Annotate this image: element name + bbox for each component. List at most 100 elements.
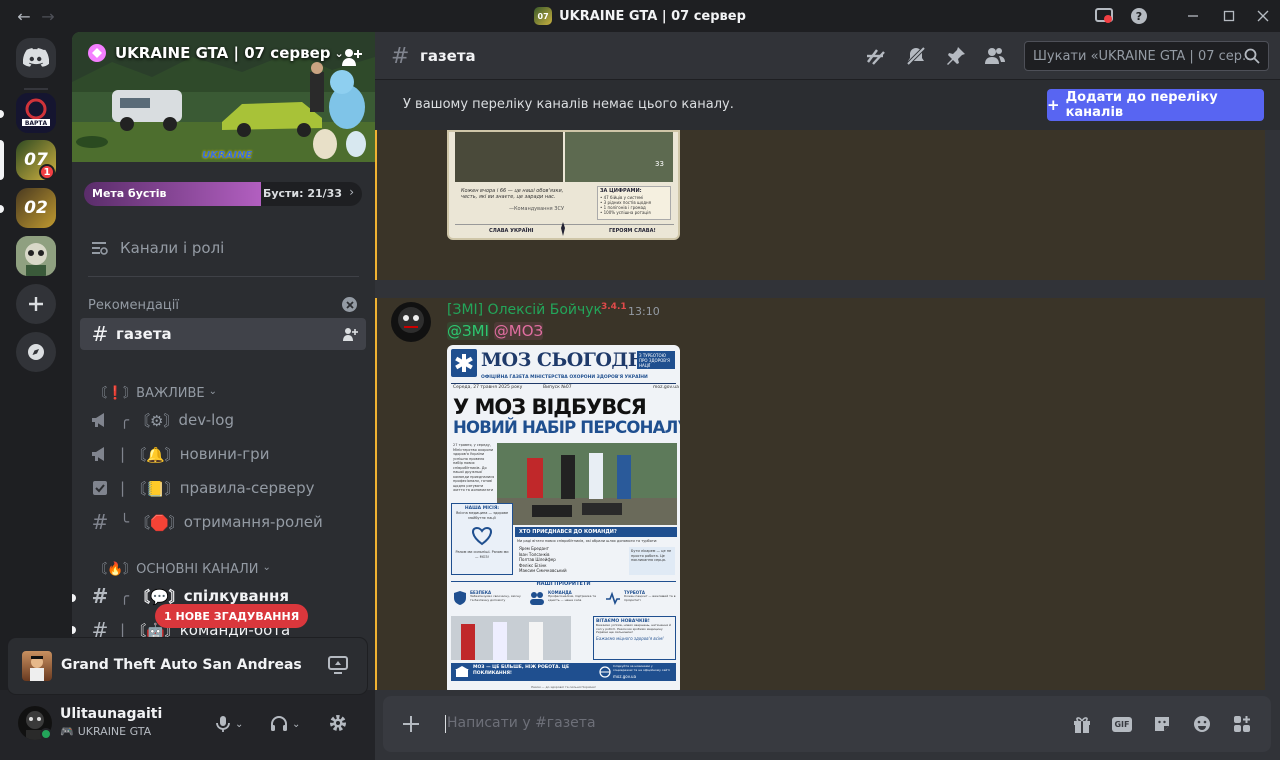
svg-text:?: ? xyxy=(1136,10,1142,23)
mention-badge: 1 xyxy=(39,164,55,180)
server-name-header[interactable]: UKRAINE GTA | 07 сервер ⌄ xyxy=(88,44,344,62)
title-bar: ← → 07 UKRAINE GTA | 07 сервер ? xyxy=(0,0,1280,32)
add-server-button[interactable] xyxy=(16,284,56,324)
message-composer: Написати у #газета GIF xyxy=(383,696,1271,752)
unread-indicator xyxy=(72,594,76,602)
channels-and-roles[interactable]: Канали і ролі xyxy=(80,232,366,264)
priorities-row: БЕЗПЕКА Забезпечуємо своєчасну, якісну т… xyxy=(453,590,677,612)
channel-item-dev-log[interactable]: ╭ 〘⚙〙 dev-log xyxy=(80,404,366,436)
boost-gem-icon xyxy=(88,44,106,62)
search-icon xyxy=(1244,48,1260,64)
channel-item-news[interactable]: | 〘🔔〙 новини-гри xyxy=(80,438,366,470)
username[interactable]: Ulitaunagaiti xyxy=(60,706,162,722)
gif-button[interactable]: GIF xyxy=(1110,712,1134,736)
boost-goal-bar[interactable]: Мета бустів Бусти: 21/33 › xyxy=(84,182,362,206)
channel-notice-bar: У вашому переліку каналів немає цього ка… xyxy=(375,80,1280,130)
discover-compass-icon[interactable] xyxy=(16,332,56,372)
mission-box: НАША МІСІЯ: Якісна медицина — здорове ма… xyxy=(451,503,513,575)
add-to-channel-list-button[interactable]: + Додати до переліку каналів xyxy=(1047,89,1264,121)
notice-text: У вашому переліку каналів немає цього ка… xyxy=(403,97,734,112)
headphones-button[interactable]: ⌄ xyxy=(270,712,310,736)
guild-varta-icon[interactable]: ВАРТА xyxy=(16,93,56,133)
message-content: @ЗМІ @МОЗ xyxy=(447,322,544,340)
screen-share-icon[interactable] xyxy=(328,656,348,676)
message-list: 33 Кожен вчора і 66 — це наші обов'язки,… xyxy=(375,130,1280,690)
invite-user-icon[interactable] xyxy=(342,326,358,342)
chat-area: # газета Шукати «UKRAINE GTA | 07 сер...… xyxy=(375,32,1280,760)
announcement-icon xyxy=(88,412,112,428)
role-mention[interactable]: @ЗМІ xyxy=(447,322,489,340)
message-item: [ЗМІ] Олексій Бойчук 3.4.1 13:10 @ЗМІ @М… xyxy=(375,298,1265,690)
discord-home-icon[interactable] xyxy=(16,38,56,78)
gift-icon[interactable] xyxy=(1070,712,1094,736)
recommendations-label: Рекомендації xyxy=(88,298,179,313)
member-list-icon[interactable] xyxy=(984,46,1006,66)
paper-headline: У МОЗ ВІДБУВСЯ xyxy=(453,395,647,419)
threads-icon[interactable] xyxy=(865,46,887,66)
game-title: Grand Theft Auto San Andreas xyxy=(61,657,302,673)
emoji-icon[interactable] xyxy=(1190,712,1214,736)
highlighted-message: 33 Кожен вчора і 66 — це наші обов'язки,… xyxy=(375,130,1265,280)
channel-item-gazeta[interactable]: # газета xyxy=(80,318,366,350)
role-tag-icon: 3.4.1 xyxy=(601,302,627,312)
user-panel: Ulitaunagaiti 🎮 UKRAINE GTA ⌄ ⌄ xyxy=(0,690,375,760)
upload-plus-button[interactable] xyxy=(399,712,423,736)
paper-footer: МОЗ — ЦЕ БІЛЬШЕ, НІЖ РОБОТА. ЦЕ ПОКЛИКАН… xyxy=(451,663,676,681)
forward-arrow-icon[interactable]: → xyxy=(38,6,58,26)
inbox-icon[interactable] xyxy=(1093,6,1115,26)
chevron-down-icon: ⌄ xyxy=(235,718,244,730)
gamepad-icon: 🎮 xyxy=(60,725,74,738)
search-input[interactable]: Шукати «UKRAINE GTA | 07 сер... xyxy=(1024,41,1269,71)
category-main-channels[interactable]: 〘🔥〙ОСНОВНІ КАНАЛИ ⌄ xyxy=(94,558,271,577)
role-mention[interactable]: @МОЗ xyxy=(493,322,544,340)
text-channel-icon: # xyxy=(391,44,410,69)
maximize-icon[interactable] xyxy=(1218,6,1240,26)
server-icon: 07 xyxy=(534,7,553,25)
pin-icon[interactable] xyxy=(946,46,966,66)
author-avatar[interactable] xyxy=(391,302,431,342)
announcement-icon xyxy=(88,446,112,462)
unread-indicator xyxy=(72,626,76,634)
text-channel-icon: # xyxy=(91,510,109,534)
window-title: 07 UKRAINE GTA | 07 сервер xyxy=(0,0,1280,32)
new-mention-pill[interactable]: 1 НОВЕ ЗГАДУВАННЯ xyxy=(155,604,309,628)
staff-photo-2 xyxy=(451,616,571,660)
microphone-button[interactable]: ⌄ xyxy=(215,712,253,736)
invite-user-icon[interactable] xyxy=(340,46,362,68)
channels-list-icon xyxy=(88,240,112,256)
sticker-icon[interactable] xyxy=(1150,712,1174,736)
help-icon[interactable]: ? xyxy=(1128,6,1150,26)
text-channel-icon: # xyxy=(91,584,109,608)
channel-item-roles[interactable]: # ╰ 〘🛑〙 отримання-ролей xyxy=(80,506,366,538)
apps-icon[interactable] xyxy=(1230,712,1254,736)
channel-item-rules[interactable]: | 〘📒〙 правила-серверу xyxy=(80,472,366,504)
game-activity-panel[interactable]: Grand Theft Auto San Andreas xyxy=(8,638,367,694)
medical-star-icon xyxy=(451,349,477,377)
text-channel-icon: # xyxy=(91,322,109,346)
chevron-right-icon: › xyxy=(349,185,354,199)
message-input[interactable]: Написати у #газета xyxy=(445,712,1025,736)
guild-avatar-icon[interactable] xyxy=(16,236,56,276)
banner-logo-text: UKRAINE xyxy=(202,150,253,161)
game-cover-icon xyxy=(22,651,52,681)
staff-photo xyxy=(497,443,677,525)
message-author[interactable]: [ЗМІ] Олексій Бойчук xyxy=(447,302,602,318)
paper-masthead: МОЗ СЬОГОДНІ xyxy=(481,349,654,371)
newspaper-image[interactable]: МОЗ СЬОГОДНІ З ТУРБОТОЮ ПРО ЗДОРОВ'Я НАЦ… xyxy=(447,345,680,690)
close-icon[interactable] xyxy=(1252,6,1274,26)
back-arrow-icon[interactable]: ← xyxy=(14,6,34,26)
user-activity-status: 🎮 UKRAINE GTA xyxy=(60,725,152,738)
notification-bell-muted-icon[interactable] xyxy=(905,46,927,66)
online-status-dot xyxy=(40,728,52,740)
chevron-down-icon: ⌄ xyxy=(292,718,301,730)
names-list: Ярем Бредант Іван Толсанків Полтав Шлейф… xyxy=(519,546,567,573)
dismiss-recommendation-icon[interactable] xyxy=(342,297,357,312)
message-timestamp: 13:10 xyxy=(628,305,660,318)
minimize-icon[interactable] xyxy=(1182,6,1204,26)
previous-newspaper-image[interactable]: 33 Кожен вчора і 66 — це наші обов'язки,… xyxy=(447,130,680,240)
category-important[interactable]: 〘❗〙ВАЖЛИВЕ ⌄ xyxy=(94,382,217,401)
settings-gear-icon[interactable] xyxy=(328,713,350,735)
rules-checkbox-icon xyxy=(88,480,112,496)
welcome-box: ВІТАЄМО НОВАЧКІВ! Бажаємо успіхів, нових… xyxy=(593,616,676,660)
guild-02-icon[interactable]: 02 xyxy=(16,188,56,228)
